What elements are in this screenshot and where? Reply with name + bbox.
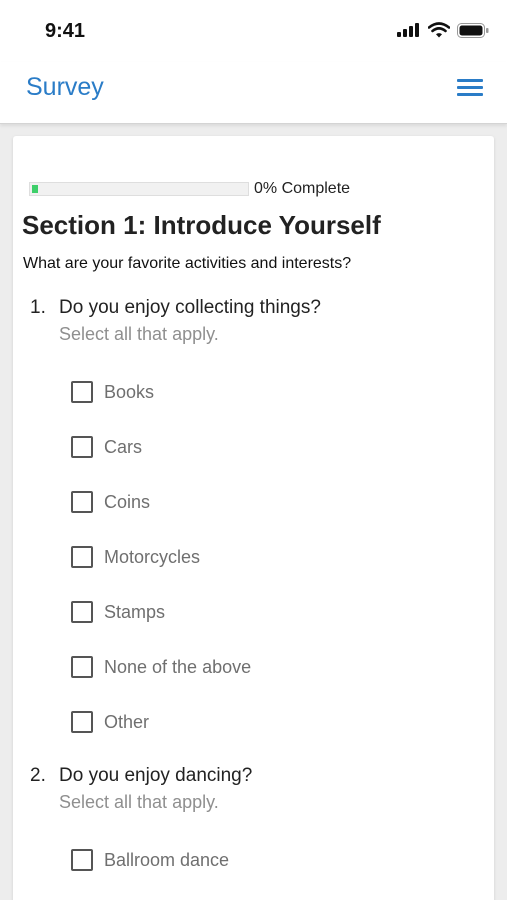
question-hint: Select all that apply. <box>59 324 219 344</box>
checkbox[interactable] <box>71 656 93 678</box>
checkbox[interactable] <box>71 849 93 871</box>
wifi-icon <box>428 22 450 38</box>
option-ballroom-dance[interactable]: Ballroom dance <box>71 846 229 874</box>
option-label: Stamps <box>104 601 166 622</box>
navigation-bar: Survey <box>0 62 507 124</box>
progress-bar <box>29 182 249 196</box>
option-none-of-the-above[interactable]: None of the above <box>71 653 251 681</box>
battery-icon <box>457 22 489 38</box>
status-time: 9:41 <box>45 20 86 42</box>
checkbox[interactable] <box>71 711 93 733</box>
progress-label: 0% Complete <box>254 180 351 197</box>
status-icons <box>397 22 489 38</box>
option-label: Coins <box>104 491 151 512</box>
option-label: Books <box>104 381 155 402</box>
option-label: Cars <box>104 436 143 457</box>
status-bar: 9:41 <box>0 0 507 62</box>
option-other[interactable]: Other <box>71 708 149 736</box>
option-label: None of the above <box>104 656 252 677</box>
option-label: Motorcycles <box>104 546 201 567</box>
option-cars[interactable]: Cars <box>71 433 142 461</box>
option-coins[interactable]: Coins <box>71 488 150 516</box>
survey-card: 0% Complete Section 1: Introduce Yoursel… <box>13 136 494 900</box>
checkbox[interactable] <box>71 491 93 513</box>
page-title: Survey <box>26 73 104 101</box>
cellular-signal-icon <box>397 23 419 37</box>
checkbox[interactable] <box>71 546 93 568</box>
progress-bar-fill <box>32 185 38 193</box>
option-stamps[interactable]: Stamps <box>71 598 165 626</box>
hamburger-menu-icon[interactable] <box>457 79 483 101</box>
question-number: 1. <box>30 297 46 318</box>
checkbox[interactable] <box>71 601 93 623</box>
option-motorcycles[interactable]: Motorcycles <box>71 543 200 571</box>
checkbox[interactable] <box>71 381 93 403</box>
section-description: What are your favorite activities and in… <box>23 255 352 272</box>
question-hint: Select all that apply. <box>59 792 219 812</box>
option-books[interactable]: Books <box>71 378 154 406</box>
checkbox[interactable] <box>71 436 93 458</box>
question-text: Do you enjoy dancing? <box>59 765 253 786</box>
question-text: Do you enjoy collecting things? <box>59 297 321 318</box>
question-number: 2. <box>30 765 46 786</box>
option-label: Ballroom dance <box>104 849 230 870</box>
option-label: Other <box>104 711 150 732</box>
section-title: Section 1: Introduce Yourself <box>22 210 381 240</box>
